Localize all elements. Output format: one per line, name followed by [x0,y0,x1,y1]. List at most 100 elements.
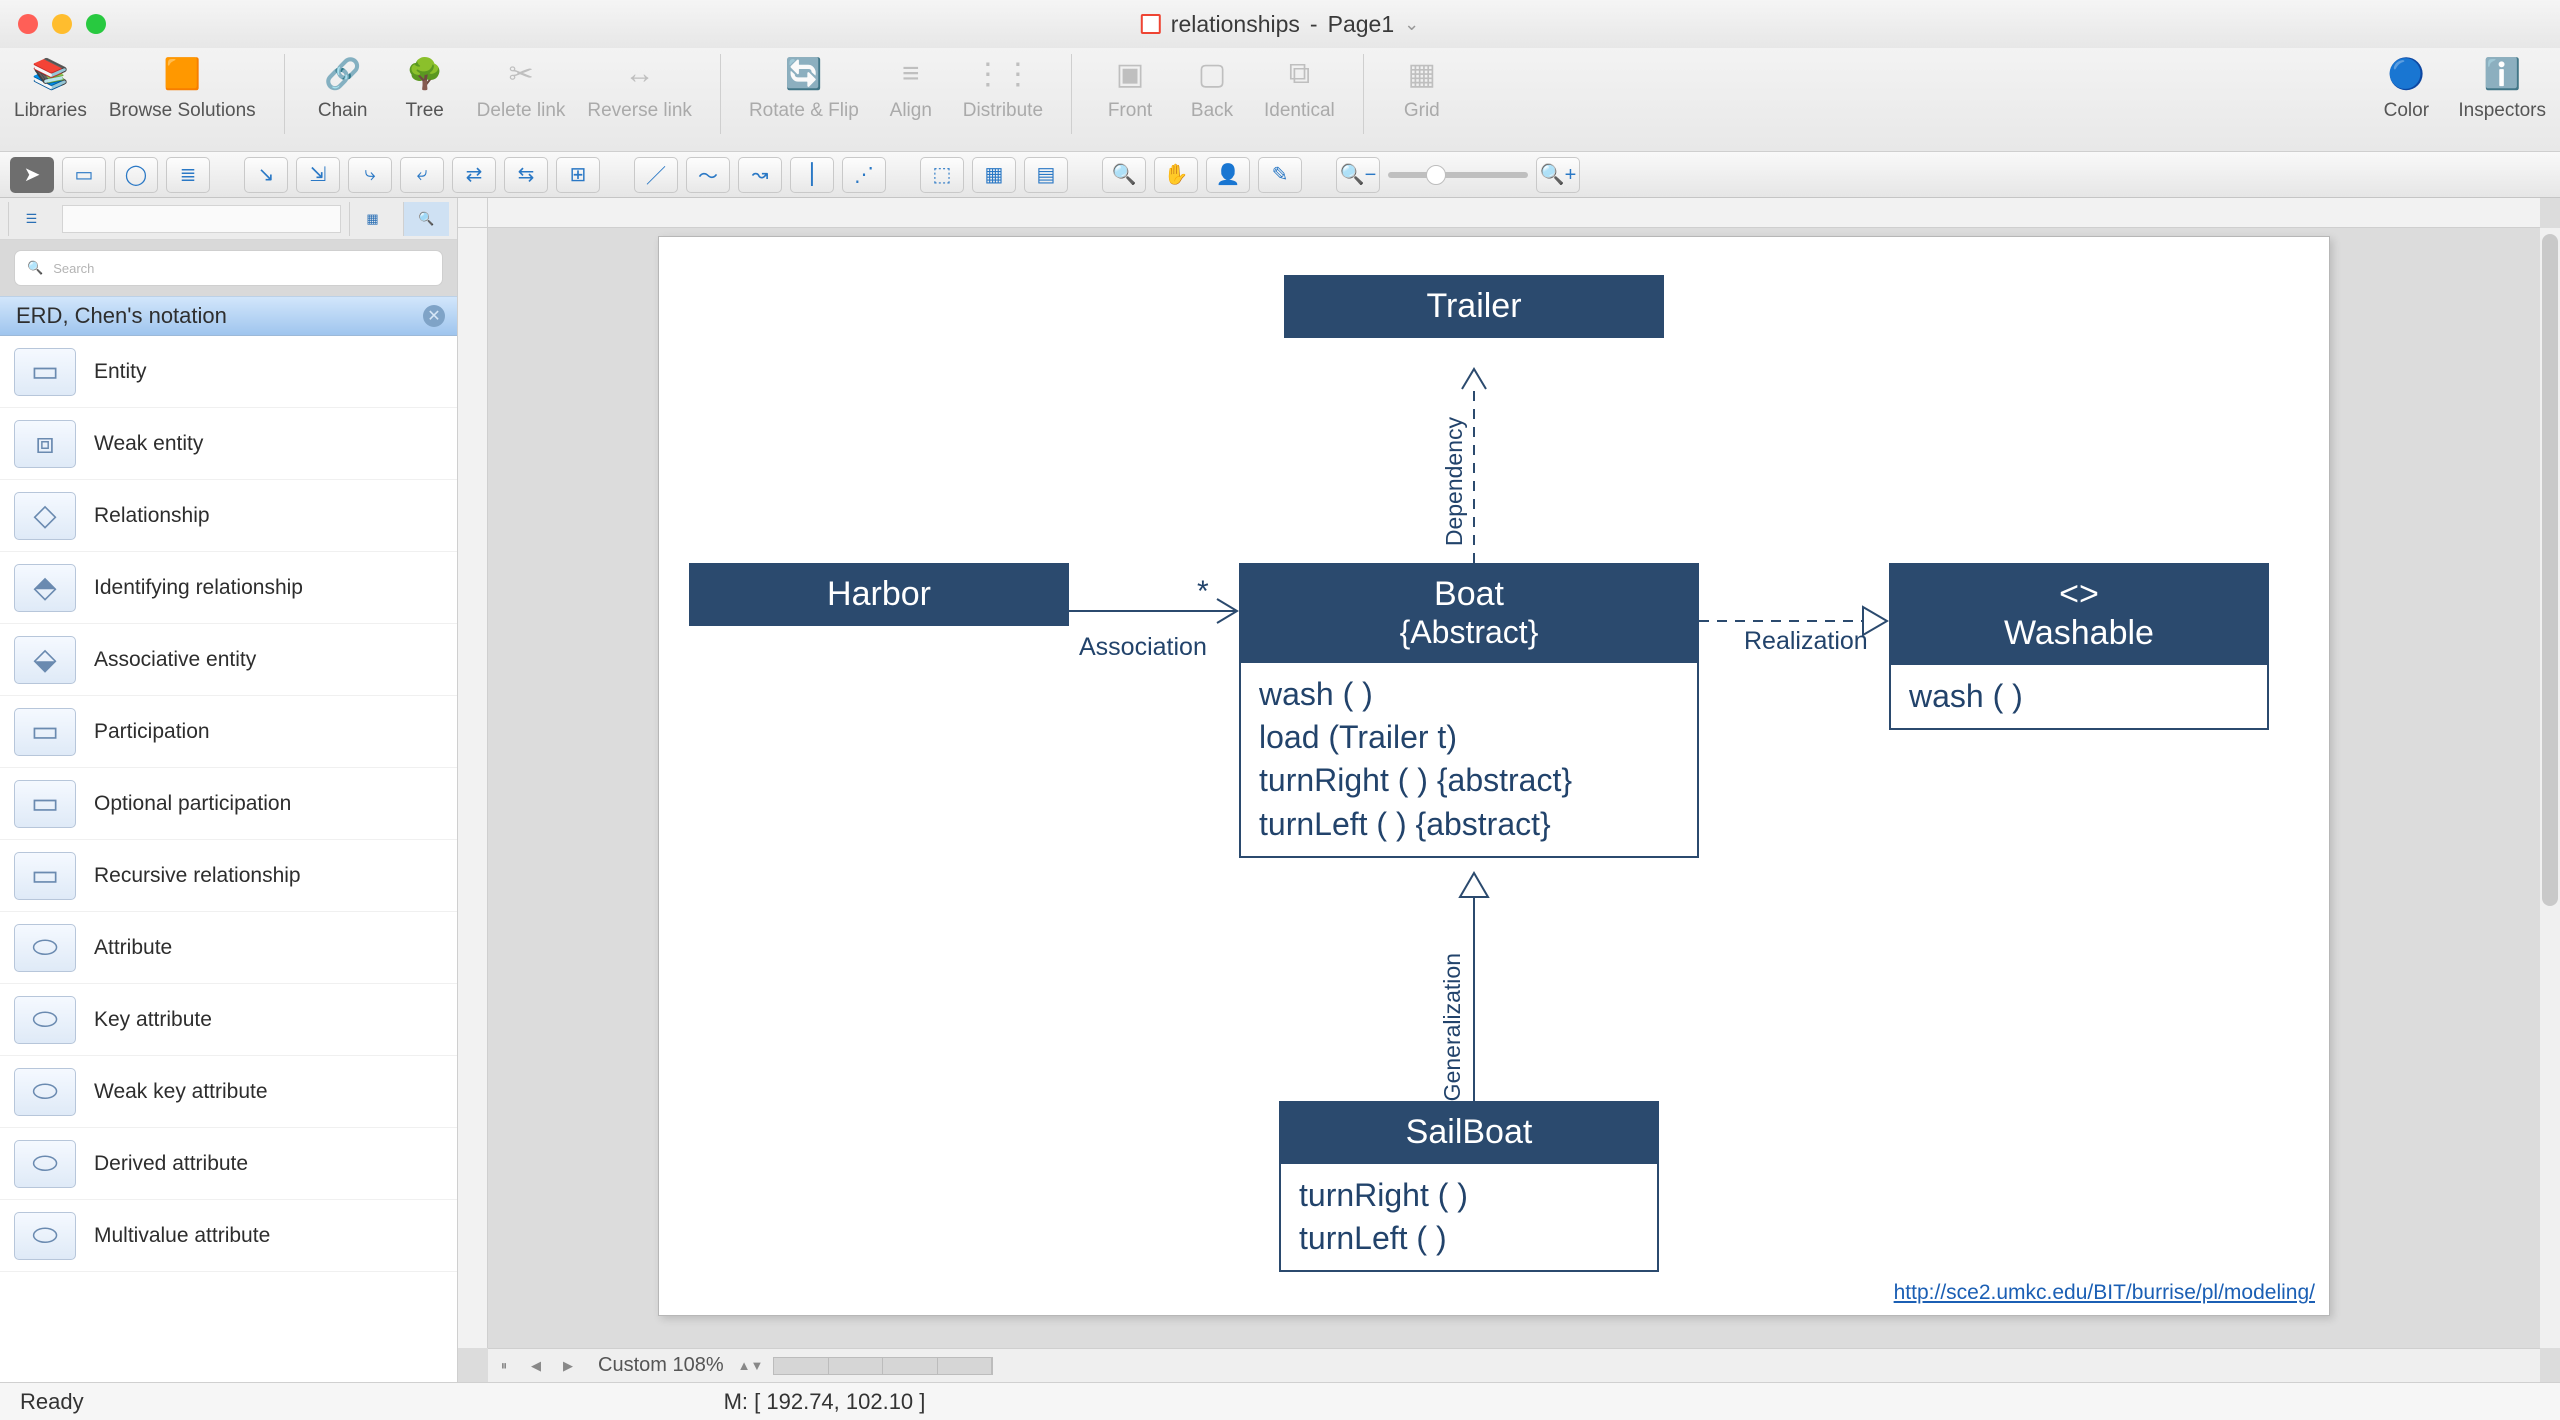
conn-5[interactable]: ⇄ [452,157,496,193]
footer-link[interactable]: http://sce2.umkc.edu/BIT/burrise/pl/mode… [1894,1281,2315,1305]
conn-4[interactable]: ⤶ [400,157,444,193]
shape-relationship[interactable]: ◇Relationship [0,480,457,552]
class-trailer[interactable]: Trailer [1284,275,1664,338]
shape-thumb-icon: ⬭ [14,924,76,972]
toolbar-front[interactable]: ▣Front [1100,54,1160,134]
shape-optional-participation[interactable]: ▭Optional participation [0,768,457,840]
page-selector[interactable] [773,1357,993,1375]
shape-associative-entity[interactable]: ⬙Associative entity [0,624,457,696]
line-2[interactable]: ～ [686,157,730,193]
toolbar-identical[interactable]: ⧉Identical [1264,54,1335,134]
sidebar-blank-field[interactable] [62,205,341,233]
toolbar-back[interactable]: ▢Back [1182,54,1242,134]
ruler-vertical[interactable] [458,228,488,1348]
class-header: Trailer [1286,277,1662,336]
minimize-window-button[interactable] [52,14,72,34]
toolbar-libraries[interactable]: 📚Libraries [14,54,87,134]
shape-weak-entity[interactable]: ⧈Weak entity [0,408,457,480]
traffic-lights [18,14,106,34]
zoom-level-label[interactable]: Custom 108% [584,1354,738,1377]
sidebar-top: ☰ ▦ 🔍 [0,198,457,240]
shape-thumb-icon: ⬙ [14,636,76,684]
toolbar-chain[interactable]: 🔗Chain [313,54,373,134]
shape-multivalue-attribute[interactable]: ⬭Multivalue attribute [0,1200,457,1272]
pause-icon[interactable]: ⏸ [488,1353,520,1379]
shape-identifying-relationship[interactable]: ⬘Identifying relationship [0,552,457,624]
toolbar-reverse-link[interactable]: ↔Reverse link [587,54,692,134]
shape-attribute[interactable]: ⬭Attribute [0,912,457,984]
canvas-page[interactable]: Association * Dependency Realization Gen… [658,236,2330,1316]
zoom-tool[interactable]: 🔍 [1102,157,1146,193]
class-ops: wash ( ) [1891,663,2267,728]
shape-key-attribute[interactable]: ⬭Key attribute [0,984,457,1056]
toolbar-color[interactable]: 🔵Color [2376,54,2436,122]
class-ops: wash ( )load (Trailer t)turnRight ( ) {a… [1241,661,1697,856]
conn-2[interactable]: ⇲ [296,157,340,193]
search-input[interactable]: 🔍 Search [14,250,443,286]
toolbar-align[interactable]: ≡Align [881,54,941,134]
shape-derived-attribute[interactable]: ⬭Derived attribute [0,1128,457,1200]
close-icon[interactable]: ✕ [423,305,445,327]
line-1[interactable]: ／ [634,157,678,193]
vertical-scrollbar[interactable] [2540,228,2560,1348]
sel-1[interactable]: ⬚ [920,157,964,193]
fullscreen-window-button[interactable] [86,14,106,34]
next-page-button[interactable]: ▶ [552,1353,584,1379]
toolbar-distribute[interactable]: ⋮⋮Distribute [963,54,1043,134]
close-window-button[interactable] [18,14,38,34]
shape-recursive-relationship[interactable]: ▭Recursive relationship [0,840,457,912]
pointer-tool[interactable]: ➤ [10,157,54,193]
toolbar-right: 🔵Color ℹ️Inspectors [2376,54,2546,122]
line-5[interactable]: ⋰ [842,157,886,193]
ruler-horizontal[interactable] [488,198,2540,228]
sel-3[interactable]: ▤ [1024,157,1068,193]
snapshot-tool[interactable]: 👤 [1206,157,1250,193]
toolbar-rotate-flip[interactable]: 🔄Rotate & Flip [749,54,859,134]
shape-participation[interactable]: ▭Participation [0,696,457,768]
toolbar-tree[interactable]: 🌳Tree [395,54,455,134]
shape-entity[interactable]: ▭Entity [0,336,457,408]
class-header: SailBoat [1281,1103,1657,1162]
grid-view-icon[interactable]: ▦ [349,202,395,236]
shape-thumb-icon: ⬭ [14,1212,76,1260]
shape-label: Relationship [94,504,210,528]
conn-7[interactable]: ⊞ [556,157,600,193]
zoom-in-btn[interactable]: 🔍+ [1536,157,1580,193]
sidebar-section-header[interactable]: ERD, Chen's notation ✕ [0,296,457,336]
eyedropper-tool[interactable]: ✎ [1258,157,1302,193]
class-sailboat[interactable]: SailBoatturnRight ( )turnLeft ( ) [1279,1101,1659,1272]
toolbar-inspectors[interactable]: ℹ️Inspectors [2458,54,2546,122]
ellipse-tool[interactable]: ◯ [114,157,158,193]
class-boat[interactable]: Boat{Abstract}wash ( )load (Trailer t)tu… [1239,563,1699,858]
search-icon: 🔍 [27,260,43,276]
toolbar-grid[interactable]: ▦Grid [1392,54,1452,134]
document-title[interactable]: relationships - Page1 ⌄ [1141,11,1419,38]
shape-thumb-icon: ▭ [14,348,76,396]
class-washable[interactable]: <>Washablewash ( ) [1889,563,2269,730]
conn-6[interactable]: ⇆ [504,157,548,193]
canvas[interactable]: Association * Dependency Realization Gen… [458,198,2560,1382]
toolbar-delete-link[interactable]: ✂Delete link [477,54,566,134]
sel-2[interactable]: ▦ [972,157,1016,193]
rect-tool[interactable]: ▭ [62,157,106,193]
text-tool[interactable]: ≣ [166,157,210,193]
main-toolbar: 📚Libraries 🟧Browse Solutions 🔗Chain 🌳Tree ✂D… [0,48,2560,152]
outline-icon[interactable]: ☰ [8,202,54,236]
prev-page-button[interactable]: ◀ [520,1353,552,1379]
conn-1[interactable]: ↘ [244,157,288,193]
zoom-out-btn[interactable]: 🔍− [1336,157,1380,193]
pan-tool[interactable]: ✋ [1154,157,1198,193]
conn-3[interactable]: ⤷ [348,157,392,193]
shape-weak-key-attribute[interactable]: ⬭Weak key attribute [0,1056,457,1128]
line-3[interactable]: ↝ [738,157,782,193]
line-4[interactable]: ⎮ [790,157,834,193]
chevron-down-icon[interactable]: ⌄ [1404,14,1419,35]
document-icon [1141,14,1161,34]
toolbar-browse-solutions[interactable]: 🟧Browse Solutions [109,54,256,134]
zoom-stepper-icon[interactable]: ▲▼ [738,1358,774,1373]
class-header: <>Washable [1891,565,2267,663]
search-tab-icon[interactable]: 🔍 [403,202,449,236]
class-harbor[interactable]: Harbor [689,563,1069,626]
horizontal-scrollbar: ⏸ ◀ ▶ Custom 108% ▲▼ [488,1348,2540,1382]
zoom-slider[interactable] [1388,172,1528,178]
